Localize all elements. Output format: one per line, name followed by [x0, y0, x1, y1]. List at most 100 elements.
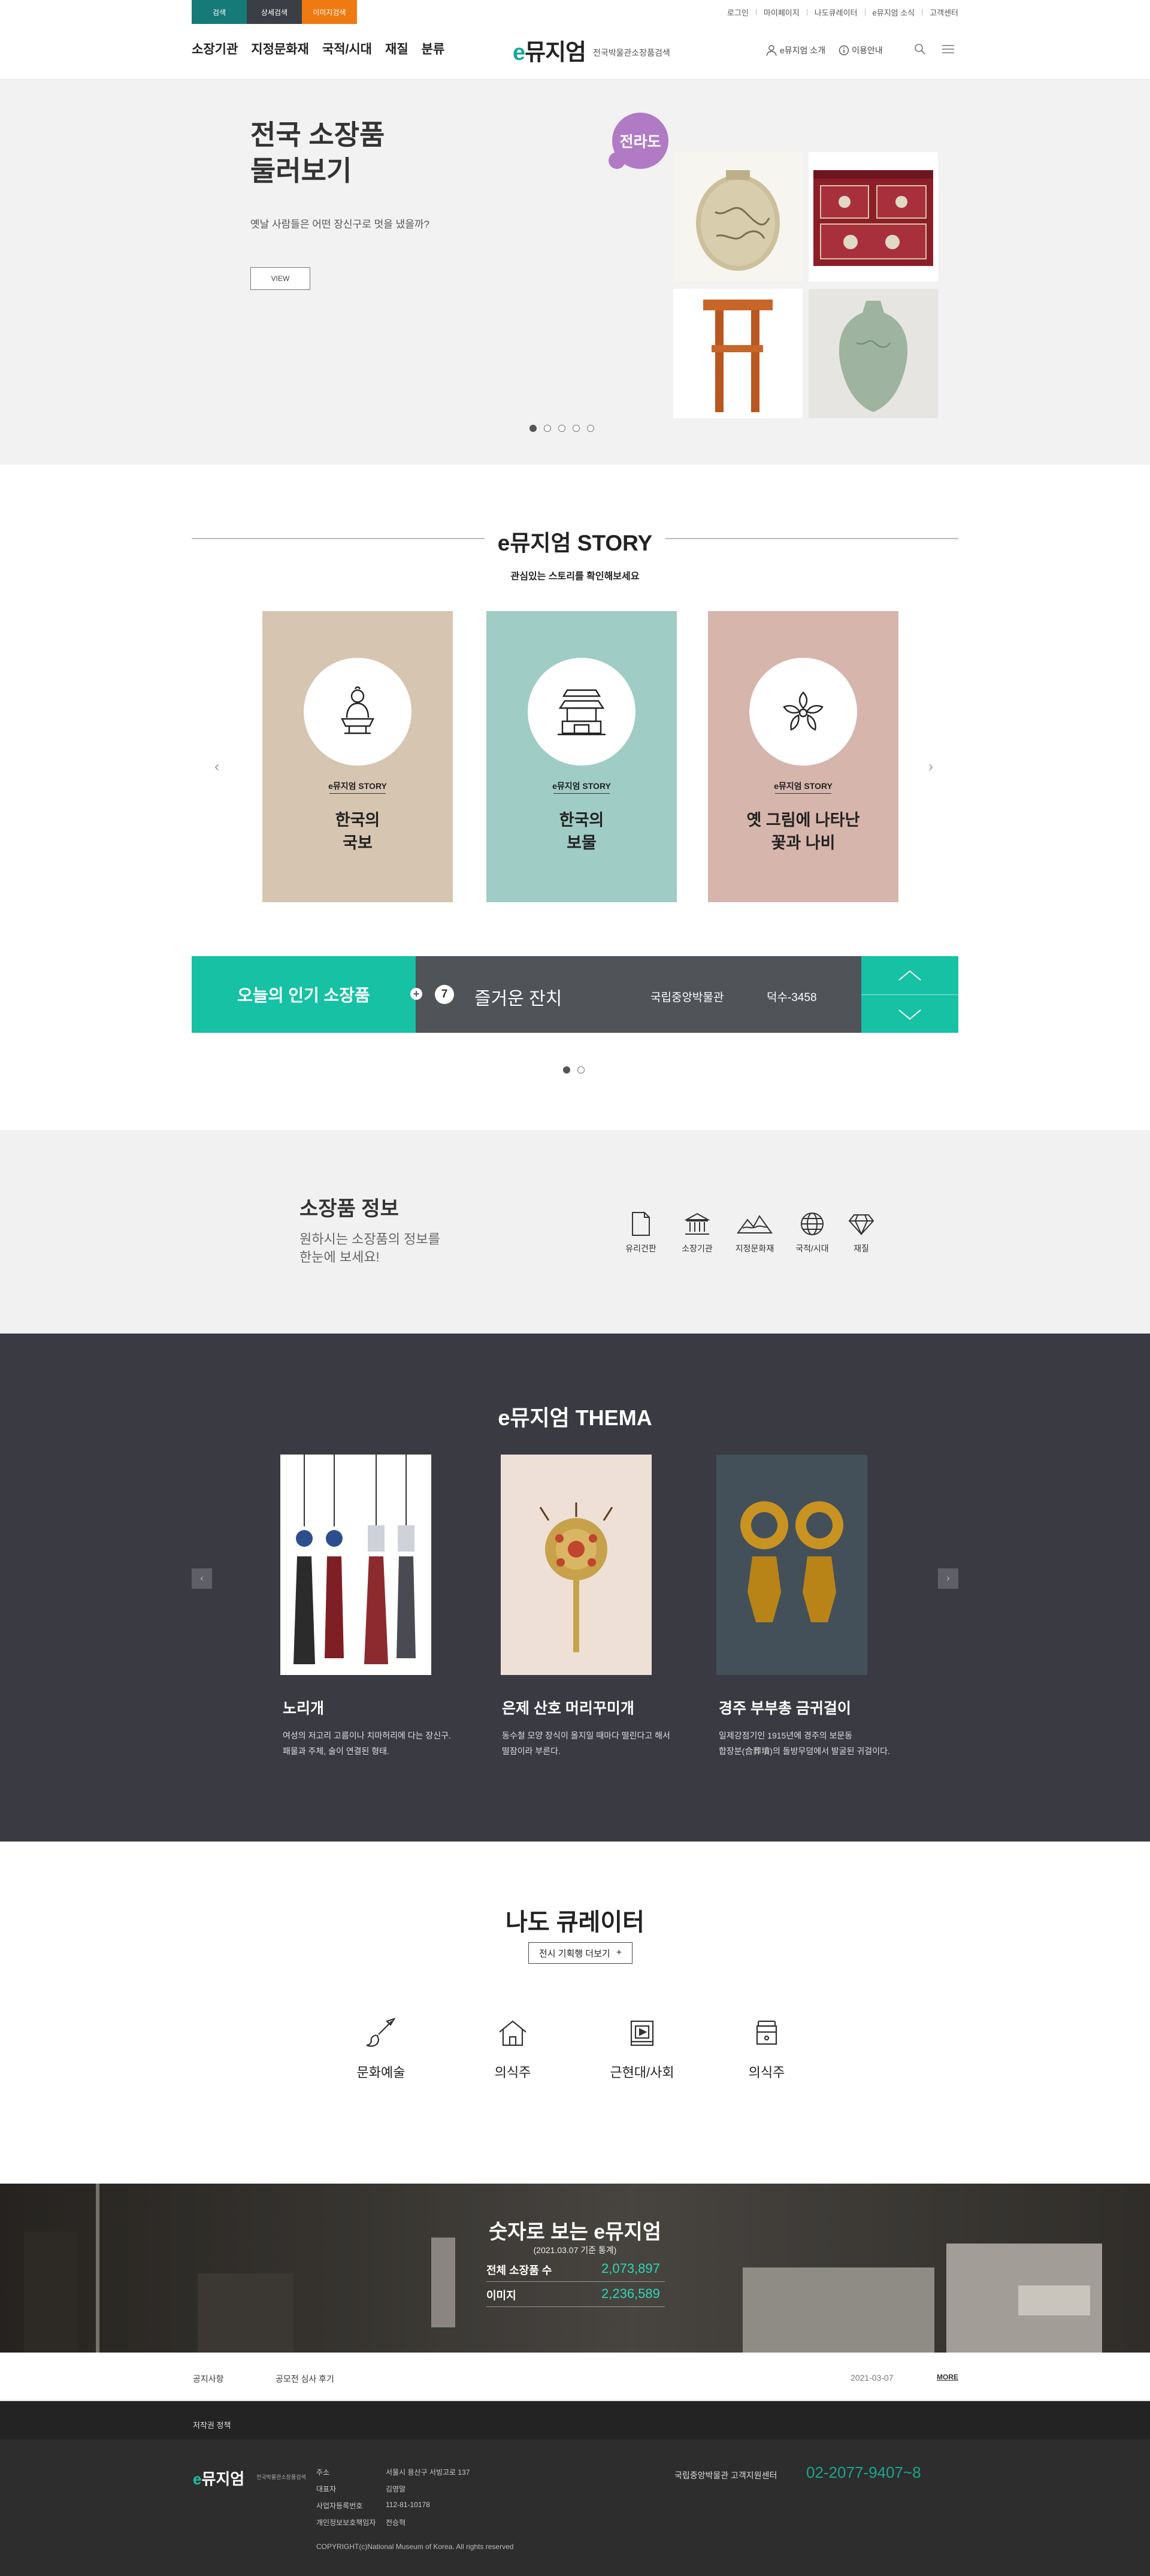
guide-link[interactable]: 이용안내: [839, 44, 883, 56]
footer-links-bar: [0, 2401, 1150, 2439]
news-link[interactable]: e뮤지엄 소식: [873, 7, 915, 18]
curator-item-food-clothing-shelter-2[interactable]: 의식주: [719, 2018, 815, 2081]
login-link[interactable]: 로그인: [727, 7, 749, 18]
tab-search[interactable]: 검색: [192, 0, 247, 24]
about-link[interactable]: e뮤지엄 소개: [765, 44, 825, 56]
artifact-thumb-jar[interactable]: [673, 152, 803, 282]
nav-item-material[interactable]: 재질: [385, 40, 408, 58]
site-logo[interactable]: e뮤지엄: [513, 34, 586, 66]
story-next-arrow[interactable]: ›: [928, 758, 933, 775]
thema-next-button[interactable]: ›: [938, 1568, 958, 1589]
info-item-institutions[interactable]: 소장기관: [673, 1211, 721, 1254]
stat-value-total: 2,073,897: [601, 2261, 660, 2276]
curator-more-label: 전시 기획행 더보기: [538, 1948, 610, 1959]
footer-logo-subtitle: 전국박물관소장품검색: [256, 2474, 306, 2480]
curator-item-label: 근현대/사회: [610, 2065, 674, 2080]
story-title: e뮤지엄 STORY: [0, 525, 1150, 557]
story-card-national-treasure[interactable]: e뮤지엄 STORY 한국의 국보: [262, 611, 453, 902]
notice-category: 공지사항: [193, 2374, 224, 2384]
info-item-designated-heritage[interactable]: 지정문화재: [731, 1211, 779, 1254]
curator-item-modern-society[interactable]: 근현대/사회: [594, 2018, 690, 2081]
thema-desc-line1: 동수철 모양 장식이 올지일 때마다 떨린다고 해서: [502, 1731, 670, 1740]
mypage-link[interactable]: 마이페이지: [764, 7, 800, 18]
notice-more-link[interactable]: MORE: [937, 2373, 958, 2381]
thema-image-earrings[interactable]: [716, 1455, 867, 1675]
info-item-glass-plate[interactable]: 유리건판: [617, 1211, 665, 1254]
curator-title: 나도 큐레이터: [506, 1909, 644, 1936]
support-link[interactable]: 고객센터: [930, 7, 958, 18]
nav-item-category[interactable]: 분류: [422, 40, 445, 58]
story-kicker-underline: [329, 793, 386, 794]
footer-logo: e뮤지엄: [193, 2467, 244, 2489]
story-card-title: 옛 그림에 나타난 꽃과 나비: [708, 809, 898, 854]
hero-page-dot-4[interactable]: [573, 425, 580, 432]
story-title-line1: 한국의: [559, 811, 604, 829]
popular-label: 오늘의 인기 소장품: [192, 956, 416, 1033]
nav-item-institutions[interactable]: 소장기관: [192, 40, 238, 58]
thema-image-norigae[interactable]: [280, 1455, 431, 1675]
footer-support-label: 국립중앙박물관 고객지원센터: [674, 2471, 777, 2480]
curator-link[interactable]: 나도큐레이터: [815, 7, 858, 18]
utility-links: 로그인 마이페이지 나도큐레이터 e뮤지엄 소식 고객센터: [727, 0, 958, 24]
popular-item-museum: 국립중앙박물관: [650, 991, 724, 1004]
hero-description: 옛날 사람들은 어떤 장신구로 멋을 냈을까?: [250, 219, 429, 230]
globe-icon: [801, 1213, 824, 1235]
search-icon[interactable]: [914, 43, 926, 55]
hero-page-dot-1[interactable]: [529, 425, 537, 432]
curator-item-culture-art[interactable]: 문화예술: [333, 2018, 429, 2081]
thema-item-name: 노리개: [283, 1700, 325, 1717]
paintbrush-icon: [366, 2018, 396, 2047]
artifact-thumb-cabinet[interactable]: [809, 152, 938, 282]
buddha-statue-icon: [341, 686, 374, 734]
curator-item-food-clothing-shelter[interactable]: 의식주: [465, 2018, 561, 2081]
popular-up-button[interactable]: [861, 956, 958, 994]
notice-title[interactable]: 공모전 심사 후기: [276, 2373, 334, 2385]
footer: [0, 2439, 1150, 2576]
info-item-material[interactable]: 재질: [837, 1211, 885, 1254]
popular-page-dot-1[interactable]: [563, 1066, 570, 1074]
thema-item-name: 경주 부부총 금귀걸이: [719, 1700, 851, 1717]
nav-item-designated-heritage[interactable]: 지정문화재: [251, 40, 309, 58]
tab-image-search[interactable]: 이미지검색: [302, 0, 357, 24]
popular-page-dot-2[interactable]: [577, 1066, 585, 1074]
thema-prev-button[interactable]: ‹: [192, 1568, 212, 1589]
tab-detail-search[interactable]: 상세검색: [247, 0, 302, 24]
story-title-line1: 옛 그림에 나타난: [746, 811, 860, 829]
diamond-icon: [848, 1214, 874, 1236]
artifact-thumb-stand[interactable]: [673, 289, 803, 418]
thema-item-desc: 일제강점기인 1915년에 경주의 보문동 합장분(合葬墳)의 돌방무덤에서 발…: [719, 1728, 916, 1759]
hero-pagination: [529, 425, 594, 432]
notice-bar: [0, 2353, 1150, 2400]
main-nav: 소장기관 지정문화재 국적/시대 재질 분류: [192, 40, 444, 58]
nav-item-nation-period[interactable]: 국적/시대: [322, 40, 372, 58]
story-card-treasure[interactable]: e뮤지엄 STORY 한국의 보물: [486, 611, 677, 902]
popular-item[interactable]: + 7 즐거운 잔치 국립중앙박물관 덕수-3458: [410, 956, 861, 1033]
thema-item-name: 은제 산호 머리꾸미개: [502, 1700, 634, 1717]
story-kicker: e뮤지엄 STORY: [774, 781, 833, 791]
hero-page-dot-2[interactable]: [544, 425, 551, 432]
curator-item-label: 문화예술: [356, 2065, 405, 2080]
thema-image-hairpin[interactable]: [501, 1455, 652, 1675]
artifact-thumb-vase[interactable]: [809, 289, 938, 418]
story-prev-arrow[interactable]: ‹: [214, 758, 219, 775]
hero-page-dot-3[interactable]: [558, 425, 565, 432]
jar-icon: [756, 2020, 777, 2045]
info-item-nation-period[interactable]: 국적/시대: [788, 1211, 836, 1254]
footer-value: 김영말: [386, 2485, 406, 2493]
hero-page-dot-5[interactable]: [587, 425, 594, 432]
thema-desc-line2: 떨잠이라 부른다.: [502, 1746, 561, 1756]
stat-label-total: 전체 소장품 수: [486, 2264, 552, 2276]
story-card-flowers-butterflies[interactable]: e뮤지엄 STORY 옛 그림에 나타난 꽃과 나비: [708, 611, 898, 902]
curator-more-button[interactable]: 전시 기획행 더보기 +: [528, 1942, 632, 1964]
thema-title: e뮤지엄 THEMA: [498, 1405, 652, 1430]
popular-collection-bar: 오늘의 인기 소장품 + 7 즐거운 잔치 국립중앙박물관 덕수-3458: [192, 956, 958, 1033]
palace-gate-icon: [558, 689, 606, 736]
popular-down-button[interactable]: [861, 995, 958, 1033]
plus-icon: +: [410, 988, 422, 1000]
menu-icon[interactable]: [942, 43, 955, 55]
copyright-policy-link[interactable]: 저작권 정책: [193, 2419, 231, 2430]
footer-support-phone[interactable]: 02-2077-9407~8: [806, 2463, 921, 2482]
thema-desc-line1: 여성의 저고리 고름이나 치마허리에 다는 장신구.: [283, 1731, 451, 1740]
stat-divider: [486, 2281, 665, 2282]
hero-view-button[interactable]: VIEW: [250, 267, 310, 290]
